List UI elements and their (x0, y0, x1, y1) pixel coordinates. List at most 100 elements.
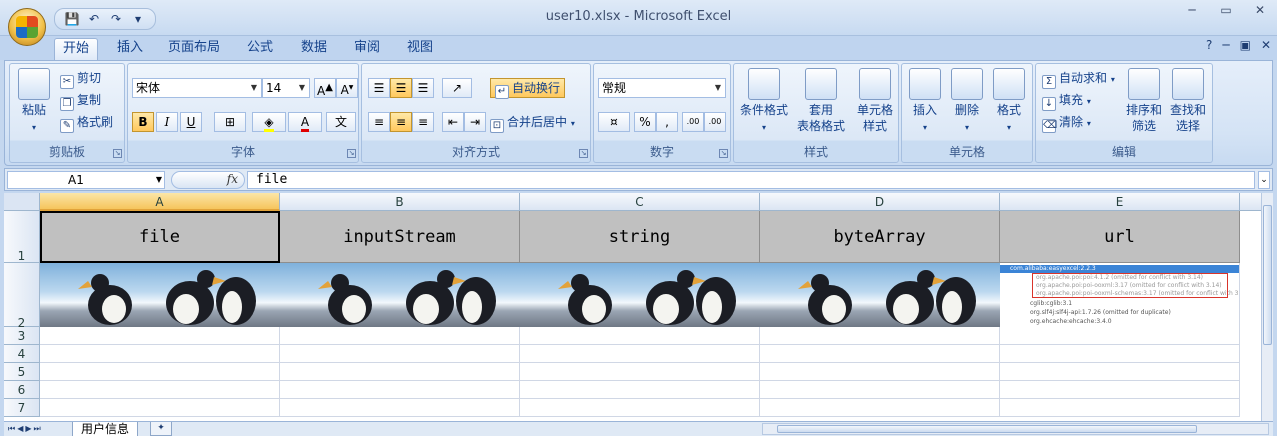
row-header-4[interactable]: 4 (4, 345, 40, 363)
row-header-6[interactable]: 6 (4, 381, 40, 399)
cell[interactable] (40, 381, 280, 399)
cell[interactable] (1000, 399, 1240, 417)
chevron-down-icon[interactable]: ▼ (247, 79, 261, 97)
delete-cells-button[interactable]: 删除 ▾ (948, 68, 986, 136)
prev-sheet-icon[interactable]: ◀ (17, 422, 23, 436)
insert-sheet-icon[interactable]: ✦ (150, 422, 172, 436)
align-right-button[interactable]: ≡ (412, 112, 434, 132)
scroll-thumb[interactable] (1263, 205, 1272, 345)
column-header-a[interactable]: A (40, 193, 280, 211)
border-button[interactable]: ⊞ (214, 112, 246, 132)
paste-button[interactable]: 粘贴 ▾ (14, 68, 54, 136)
cell[interactable] (760, 381, 1000, 399)
vertical-scrollbar[interactable] (1261, 193, 1273, 421)
tab-review[interactable]: 审阅 (343, 38, 391, 60)
doc-minimize-icon[interactable]: ─ (1222, 38, 1229, 52)
number-format-combo[interactable]: 常规 ▼ (598, 78, 726, 98)
align-left-button[interactable]: ≡ (368, 112, 390, 132)
cell[interactable] (520, 327, 760, 345)
office-button[interactable] (8, 8, 46, 46)
cell[interactable] (1000, 345, 1240, 363)
wrap-text-button[interactable]: ↵ 自动换行 (490, 78, 566, 99)
cell[interactable] (280, 399, 520, 417)
expand-formula-bar-icon[interactable]: ⌄ (1258, 171, 1270, 189)
format-as-table-button[interactable]: 套用 表格格式 (790, 68, 852, 134)
cell[interactable] (1000, 381, 1240, 399)
row-header-1[interactable]: 1 (4, 211, 40, 263)
row-header-7[interactable]: 7 (4, 399, 40, 417)
tab-page-layout[interactable]: 页面布局 (162, 38, 226, 60)
name-box[interactable]: A1 ▼ (7, 171, 165, 189)
tab-formulas[interactable]: 公式 (236, 38, 284, 60)
font-name-combo[interactable]: 宋体 ▼ (132, 78, 262, 98)
orientation-button[interactable]: ↗ (442, 78, 472, 98)
cell[interactable] (520, 363, 760, 381)
tab-view[interactable]: 视图 (396, 38, 444, 60)
cell[interactable] (40, 363, 280, 381)
phonetic-button[interactable]: 文 (326, 112, 356, 132)
accounting-format-button[interactable]: ¤ (598, 112, 630, 132)
tab-data[interactable]: 数据 (290, 38, 338, 60)
align-top-button[interactable]: ☰ (368, 78, 390, 98)
cell[interactable] (280, 345, 520, 363)
shrink-font-button[interactable]: A▼ (336, 78, 358, 98)
conditional-formatting-button[interactable]: 条件格式 ▾ (736, 68, 792, 136)
clear-button[interactable]: ⌫ 清除 ▾ (1042, 112, 1091, 133)
cell[interactable] (760, 399, 1000, 417)
sort-filter-button[interactable]: 排序和 筛选 (1124, 68, 1164, 134)
row-header-2[interactable]: 2 (4, 263, 40, 330)
cell[interactable] (520, 399, 760, 417)
decrease-decimal-button[interactable]: .00 (704, 112, 726, 132)
cell[interactable] (520, 381, 760, 399)
cell[interactable] (1000, 327, 1240, 345)
minimize-icon[interactable]: ─ (1175, 0, 1209, 20)
first-sheet-icon[interactable]: ⏮ (8, 422, 15, 436)
column-header-d[interactable]: D (760, 193, 1000, 211)
penguin-image[interactable] (520, 263, 760, 327)
cell[interactable] (280, 327, 520, 345)
cell-c1[interactable]: string (520, 211, 760, 263)
copy-button[interactable]: ❐ 复制 (60, 90, 101, 111)
cell[interactable] (520, 345, 760, 363)
cut-button[interactable]: ✂ 剪切 (60, 68, 101, 89)
last-sheet-icon[interactable]: ⏭ (34, 422, 41, 436)
cell-d1[interactable]: byteArray (760, 211, 1000, 263)
select-all-corner[interactable] (4, 193, 40, 211)
doc-close-icon[interactable]: ✕ (1261, 38, 1271, 52)
maximize-icon[interactable]: ▭ (1209, 0, 1243, 20)
format-cells-button[interactable]: 格式 ▾ (990, 68, 1028, 136)
cell[interactable] (760, 345, 1000, 363)
tab-insert[interactable]: 插入 (106, 38, 154, 60)
format-painter-button[interactable]: ✎ 格式刷 (60, 112, 113, 133)
fill-button[interactable]: ↓ 填充 ▾ (1042, 90, 1091, 111)
row-header-5[interactable]: 5 (4, 363, 40, 381)
decrease-indent-button[interactable]: ⇤ (442, 112, 464, 132)
font-color-button[interactable]: A (288, 112, 322, 132)
close-icon[interactable]: ✕ (1243, 0, 1277, 20)
penguin-image[interactable] (280, 263, 520, 327)
doc-restore-icon[interactable]: ▣ (1240, 38, 1251, 52)
cell[interactable] (760, 363, 1000, 381)
chevron-down-icon[interactable]: ▼ (711, 79, 725, 97)
dialog-launcher-icon[interactable]: ↘ (579, 149, 588, 158)
cell[interactable] (1000, 363, 1240, 381)
url-screenshot-image[interactable]: com.alibaba:easyexcel:2.2.3 org.apache.p… (1000, 263, 1240, 327)
insert-cells-button[interactable]: 插入 ▾ (906, 68, 944, 136)
column-header-c[interactable]: C (520, 193, 760, 211)
formula-input[interactable]: file (247, 171, 1255, 189)
align-middle-button[interactable]: ☰ (390, 78, 412, 98)
cell[interactable] (40, 345, 280, 363)
cell-e1[interactable]: url (1000, 211, 1240, 263)
cell-a1[interactable]: file (40, 211, 280, 263)
sheet-tab-user-info[interactable]: 用户信息 (72, 422, 139, 436)
bold-button[interactable]: B (132, 112, 154, 132)
help-icon[interactable]: ? (1206, 38, 1212, 52)
penguin-image[interactable] (40, 263, 280, 327)
scroll-thumb[interactable] (777, 425, 1197, 433)
penguin-image[interactable] (760, 263, 1000, 327)
align-bottom-button[interactable]: ☰ (412, 78, 434, 98)
autosum-button[interactable]: Σ 自动求和 ▾ (1042, 68, 1115, 89)
comma-button[interactable]: , (656, 112, 678, 132)
fill-color-button[interactable]: ◈ (252, 112, 286, 132)
dialog-launcher-icon[interactable]: ↘ (347, 149, 356, 158)
